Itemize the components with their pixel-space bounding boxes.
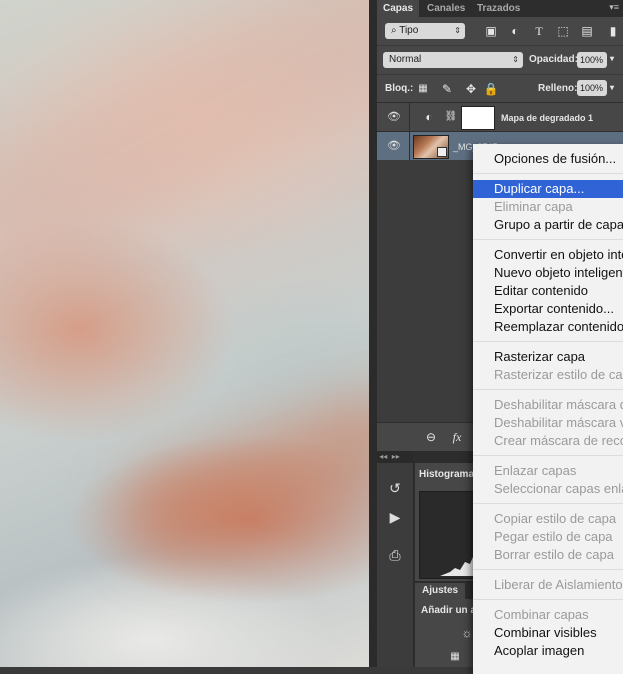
fill-arrow-icon[interactable]: ▾	[610, 83, 614, 92]
fill-label: Relleno:	[538, 83, 578, 94]
menu-item-disable-layer-mask: Deshabilitar máscara de capa	[494, 397, 623, 412]
document-canvas[interactable]	[0, 0, 369, 667]
lock-row: Bloq.: ▦ ✎ ✥ 🔒 Relleno: 100% ▾	[377, 74, 623, 102]
menu-item-blending-options[interactable]: Opciones de fusión...	[473, 150, 623, 168]
menu-separator	[473, 239, 623, 240]
tab-trazados[interactable]: Trazados	[471, 0, 526, 17]
opacity-field[interactable]: 100%	[577, 52, 607, 68]
opacity-arrow-icon[interactable]: ▾	[610, 54, 614, 63]
tab-canales[interactable]: Canales	[421, 0, 471, 17]
menu-item-delete-layer: Eliminar capa	[494, 199, 573, 214]
menu-item-replace-contents[interactable]: Reemplazar contenido...	[473, 318, 623, 336]
type-filter-icon[interactable]: T	[531, 23, 547, 39]
layer-separator	[409, 132, 410, 160]
layer-row-gradient-map[interactable]: 👁 ◐ ⛓ Mapa de degradado 1	[377, 102, 623, 131]
filter-row: ⌕ Tipo ⇕ ▣ ◐ T ⬚ ▤ ▮	[377, 17, 623, 45]
lock-label: Bloq.:	[385, 83, 414, 94]
adjustments-title: Añadir un a	[421, 605, 477, 616]
menu-separator	[473, 599, 623, 600]
menu-item-create-clipping-mask: Crear máscara de recorte	[494, 433, 623, 448]
menu-item-duplicate-layer[interactable]: Duplicar capa...	[473, 180, 623, 198]
smart-object-filter-icon[interactable]: ▤	[579, 23, 595, 39]
blend-mode-value: Normal	[389, 54, 422, 65]
filter-value: Tipo	[399, 25, 419, 36]
menu-item-merge-layers: Combinar capas	[494, 607, 589, 622]
menu-separator	[473, 389, 623, 390]
pixel-filter-icon[interactable]: ▣	[483, 23, 499, 39]
smart-object-badge-icon	[437, 147, 447, 157]
filter-toggle-icon[interactable]: ▮	[605, 23, 621, 39]
history-icon[interactable]: ↺	[383, 477, 407, 499]
shape-filter-icon[interactable]: ⬚	[555, 23, 571, 39]
fx-icon[interactable]: fx	[449, 429, 465, 445]
menu-item-flatten-image[interactable]: Acoplar imagen	[473, 642, 623, 660]
menu-item-rasterize-layer[interactable]: Rasterizar capa	[473, 348, 623, 366]
menu-item-convert-smart-object[interactable]: Convertir en objeto inteligente	[473, 246, 623, 264]
menu-item-edit-contents[interactable]: Editar contenido	[473, 282, 623, 300]
visibility-eye-icon[interactable]: 👁	[387, 139, 401, 153]
menu-separator	[473, 569, 623, 570]
collapsed-panel-strip: ◂◂ ▸▸ ↺ ▶ ⎙	[377, 451, 413, 667]
collapse-bar[interactable]: ◂◂ ▸▸	[377, 451, 413, 463]
menu-item-paste-layer-style: Pegar estilo de capa	[494, 529, 613, 544]
actions-play-icon[interactable]: ▶	[383, 506, 407, 528]
canvas-blur-shape	[113, 381, 369, 569]
search-icon: ⌕	[391, 25, 400, 36]
visibility-eye-icon[interactable]: 👁	[387, 110, 401, 124]
select-arrows-icon: ⇕	[512, 55, 519, 64]
tab-ajustes[interactable]: Ajustes	[415, 583, 466, 599]
menu-item-merge-visible[interactable]: Combinar visibles	[473, 624, 623, 642]
layer-name[interactable]: Mapa de degradado 1	[501, 113, 593, 123]
menu-item-export-contents[interactable]: Exportar contenido...	[473, 300, 623, 318]
link-layers-icon[interactable]: ⊖	[423, 429, 439, 445]
canvas-blur-shape	[0, 0, 369, 294]
menu-item-disable-vector-mask: Deshabilitar máscara vectorial	[494, 415, 623, 430]
layer-thumbnail[interactable]	[413, 135, 449, 159]
tab-capas[interactable]: Capas	[377, 0, 420, 17]
histogram-tab[interactable]: Histograma	[419, 469, 474, 480]
menu-item-link-layers: Enlazar capas	[494, 463, 577, 478]
clone-source-icon[interactable]: ⎙	[383, 544, 407, 566]
opacity-label: Opacidad:	[529, 54, 578, 65]
panel-divider	[369, 0, 377, 667]
menu-item-rasterize-layer-style: Rasterizar estilo de capa	[494, 367, 623, 382]
panel-menu-icon[interactable]: ▾≡	[609, 2, 619, 13]
adjustment-filter-icon[interactable]: ◐	[507, 23, 523, 39]
blend-row: Normal ⇕ Opacidad: 100% ▾	[377, 45, 623, 74]
adjustment-layer-icon: ◐	[425, 110, 433, 124]
menu-separator	[473, 455, 623, 456]
levels-icon[interactable]: ▦	[447, 649, 463, 665]
mask-link-icon[interactable]: ⛓	[443, 109, 459, 125]
lock-position-icon[interactable]: ✥	[463, 81, 479, 97]
menu-item-release-isolation: Liberar de Aislamiento	[494, 577, 623, 592]
menu-separator	[473, 341, 623, 342]
layer-separator	[409, 103, 410, 131]
layer-mask-thumbnail[interactable]	[461, 106, 495, 130]
select-arrows-icon: ⇕	[454, 26, 461, 35]
blend-mode-select[interactable]: Normal ⇕	[383, 52, 523, 68]
fill-field[interactable]: 100%	[577, 80, 607, 96]
lock-all-icon[interactable]: 🔒	[483, 81, 499, 97]
panel-tabs: Capas Canales Trazados ▾≡	[377, 0, 623, 18]
menu-item-group-from-layers[interactable]: Grupo a partir de capas...	[473, 216, 623, 234]
layer-filter-select[interactable]: ⌕ Tipo ⇕	[385, 23, 465, 39]
layer-context-menu: Opciones de fusión... Duplicar capa... E…	[473, 144, 623, 674]
menu-item-clear-layer-style: Borrar estilo de capa	[494, 547, 614, 562]
menu-item-select-linked-layers: Seleccionar capas enlazadas	[494, 481, 623, 496]
menu-separator	[473, 503, 623, 504]
lock-paint-icon[interactable]: ✎	[439, 81, 455, 97]
menu-separator	[473, 173, 623, 174]
menu-item-copy-layer-style: Copiar estilo de capa	[494, 511, 617, 526]
lock-transparent-icon[interactable]: ▦	[415, 81, 431, 97]
menu-item-new-smart-object-copy[interactable]: Nuevo objeto inteligente mediante copia	[473, 264, 623, 282]
